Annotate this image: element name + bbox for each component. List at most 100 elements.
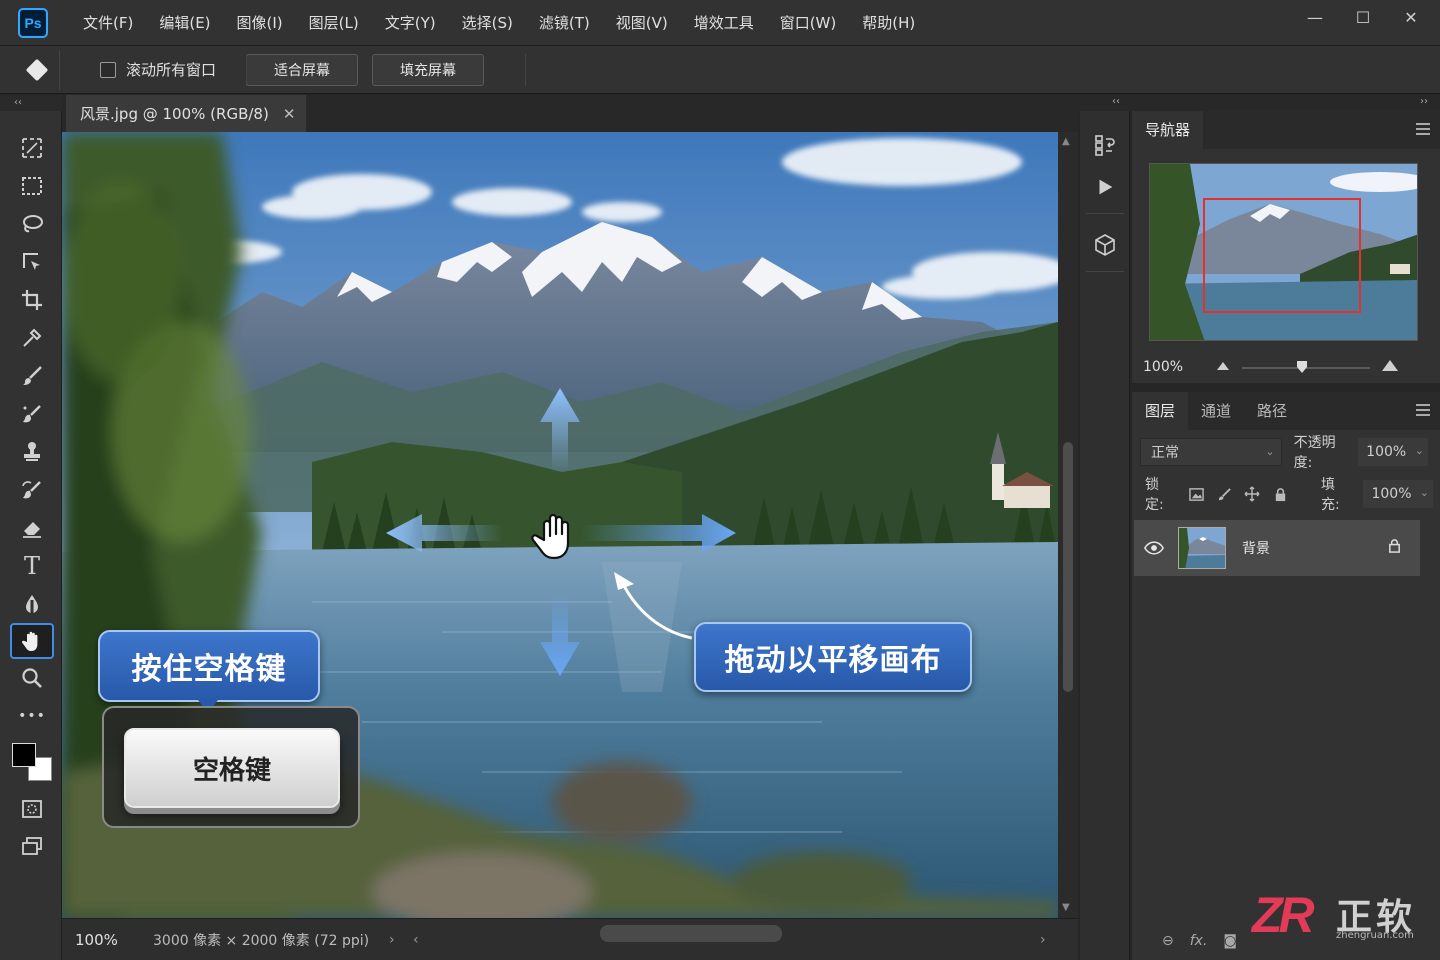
options-divider [246, 54, 247, 86]
tab-layers[interactable]: 图层 [1132, 392, 1189, 430]
crop-tool-icon[interactable] [10, 283, 54, 317]
zoom-out-icon[interactable] [1217, 362, 1229, 370]
lasso-tool-icon[interactable] [10, 207, 54, 241]
layers-menu-icon[interactable] [1416, 404, 1430, 416]
vertical-scrollbar[interactable]: ▲ ▼ [1058, 132, 1078, 918]
hand-tool-icon[interactable] [10, 623, 54, 659]
scroll-all-windows-label: 滚动所有窗口 [126, 61, 217, 79]
horizontal-scroll-thumb[interactable] [600, 925, 782, 942]
tool-preset-picker[interactable] [14, 49, 60, 90]
lock-pixels-icon[interactable] [1187, 485, 1205, 503]
strip-divider [1086, 213, 1124, 214]
blend-mode-value: 正常 [1151, 445, 1179, 461]
menu-image[interactable]: 图像(I) [224, 0, 296, 46]
type-tool-icon[interactable]: T [10, 549, 54, 583]
tab-navigator[interactable]: 导航器 [1132, 111, 1204, 149]
fill-input[interactable]: 100% ⌄ [1363, 480, 1434, 508]
canvas[interactable]: 按住空格键 空格键 拖动以平移画布 [62, 132, 1058, 918]
close-tab-icon[interactable]: ✕ [283, 105, 296, 123]
scroll-left-icon[interactable]: ‹ [413, 932, 437, 948]
object-select-tool-icon[interactable] [10, 245, 54, 279]
status-menu-chevron[interactable]: › [389, 932, 413, 948]
toolbar-collapse-toggle[interactable]: ‹‹ [0, 95, 62, 111]
navigator-menu-icon[interactable] [1416, 123, 1430, 135]
opacity-input[interactable]: 100% ⌄ [1358, 438, 1428, 466]
lock-position-icon[interactable] [1243, 485, 1261, 503]
scroll-right-icon[interactable]: › [1040, 932, 1064, 948]
scroll-all-windows-checkbox[interactable] [100, 61, 116, 78]
navigator-panel: 导航器 100% [1132, 111, 1440, 383]
menu-view[interactable]: 视图(V) [603, 0, 681, 46]
space-key: 空格键 [124, 728, 340, 808]
artboard-tool-icon[interactable] [10, 131, 54, 165]
zoom-in-icon[interactable] [1382, 360, 1398, 371]
lock-all-icon[interactable] [1271, 485, 1289, 503]
eyedropper-tool-icon[interactable] [10, 321, 54, 355]
screen-mode-icon[interactable] [10, 830, 54, 864]
lock-paint-icon[interactable] [1215, 485, 1233, 503]
navigator-view-frame[interactable] [1203, 198, 1361, 313]
strip-divider [1086, 271, 1124, 272]
menu-type[interactable]: 文字(Y) [372, 0, 449, 46]
menu-layer[interactable]: 图层(L) [296, 0, 372, 46]
fill-value: 100% [1371, 486, 1412, 502]
history-brush-tool-icon[interactable] [10, 473, 54, 507]
tab-channels[interactable]: 通道 [1188, 392, 1244, 430]
status-zoom[interactable]: 100% [75, 931, 153, 949]
navigator-zoom-value[interactable]: 100% [1143, 359, 1183, 375]
watermark-url: zhengruan.com [1336, 930, 1414, 941]
blur-tool-icon[interactable] [10, 587, 54, 621]
foreground-color-swatch[interactable] [12, 743, 36, 767]
collapse-strip-toggle[interactable]: ‹‹ [1112, 96, 1120, 107]
eye-icon[interactable] [1134, 541, 1174, 555]
actions-play-icon[interactable] [1089, 171, 1121, 203]
photoshop-logo[interactable]: Ps [18, 7, 48, 38]
menu-filter[interactable]: 滤镜(T) [526, 0, 603, 46]
3d-cube-icon[interactable] [1089, 229, 1121, 261]
quick-mask-icon[interactable] [10, 792, 54, 826]
close-button[interactable]: ✕ [1400, 8, 1422, 27]
document-tab[interactable]: 风景.jpg @ 100% (RGB/8) ✕ [66, 95, 306, 132]
layer-row-background[interactable]: 背景 [1134, 520, 1420, 576]
navigator-tabs: 导航器 [1132, 111, 1440, 149]
blend-mode-select[interactable]: 正常 ⌄ [1140, 438, 1282, 466]
menu-help[interactable]: 帮助(H) [849, 0, 928, 46]
add-mask-icon[interactable]: ◙ [1223, 933, 1237, 949]
menu-select[interactable]: 选择(S) [449, 0, 526, 46]
minimize-button[interactable]: — [1304, 8, 1326, 27]
menu-window[interactable]: 窗口(W) [767, 0, 850, 46]
type-tool-glyph: T [23, 552, 40, 580]
link-layers-icon[interactable]: ⊖ [1162, 933, 1174, 949]
navigator-zoom-knob[interactable] [1297, 361, 1307, 373]
menu-edit[interactable]: 编辑(E) [146, 0, 223, 46]
collapse-panels-toggle[interactable]: ›› [1420, 96, 1428, 107]
maximize-button[interactable]: ☐ [1352, 8, 1374, 27]
layer-name[interactable]: 背景 [1242, 538, 1270, 558]
eraser-tool-icon[interactable] [10, 511, 54, 545]
layers-panel-tabs: 图层 通道 路径 [1132, 392, 1440, 430]
scroll-up-icon[interactable]: ▲ [1062, 136, 1070, 147]
navigator-thumbnail[interactable] [1149, 163, 1418, 341]
hand-cursor-icon [531, 513, 570, 560]
menu-plugins[interactable]: 增效工具 [681, 0, 767, 46]
scroll-all-windows-option[interactable]: 滚动所有窗口 [100, 59, 216, 80]
layer-effects-button[interactable]: fx. [1190, 933, 1208, 949]
tab-paths[interactable]: 路径 [1244, 392, 1300, 430]
layers-panel: 图层 通道 路径 正常 ⌄ 不透明度: 100% ⌄ 锁定: 填充: 100% … [1132, 392, 1440, 960]
menu-file[interactable]: 文件(F) [70, 0, 146, 46]
scroll-down-icon[interactable]: ▼ [1062, 902, 1070, 913]
healing-brush-tool-icon[interactable] [10, 397, 54, 431]
vertical-scroll-thumb[interactable] [1063, 442, 1073, 692]
marquee-tool-icon[interactable] [10, 169, 54, 203]
fill-screen-button[interactable]: 填充屏幕 [372, 53, 485, 86]
chevron-down-icon: ⌄ [1265, 445, 1275, 458]
more-tools-icon[interactable]: ••• [10, 699, 54, 733]
history-panel-icon[interactable] [1089, 129, 1121, 161]
brush-tool-icon[interactable] [10, 359, 54, 393]
navigator-zoom-slider[interactable] [1242, 361, 1370, 373]
stamp-tool-icon[interactable] [10, 435, 54, 469]
opacity-value: 100% [1366, 444, 1407, 460]
fit-screen-button[interactable]: 适合屏幕 [246, 53, 359, 86]
layer-lock-icon[interactable] [1387, 538, 1402, 557]
zoom-tool-icon[interactable] [10, 661, 54, 695]
